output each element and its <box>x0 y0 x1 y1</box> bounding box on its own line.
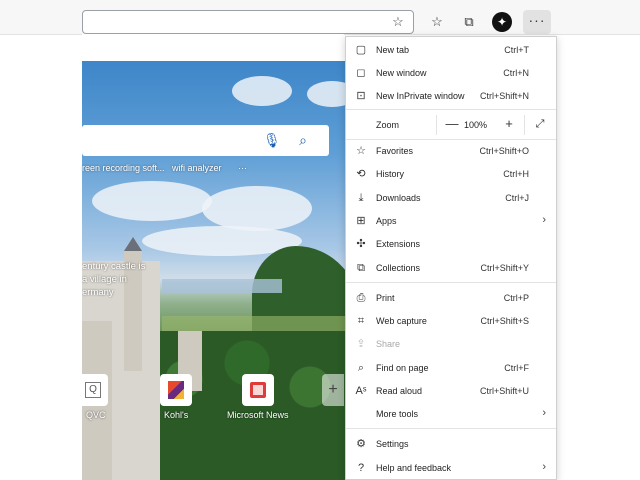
help-icon: ? <box>357 462 365 474</box>
menu-web-capture[interactable]: ⌗ Web capture Ctrl+Shift+S <box>346 310 556 332</box>
tile-kohls[interactable] <box>160 374 192 406</box>
divider <box>436 115 437 135</box>
chevron-right-icon: › <box>542 461 546 473</box>
zoom-out-button[interactable]: — <box>444 116 460 132</box>
chevron-right-icon: › <box>542 407 546 419</box>
menu-find-on-page[interactable]: ⌕ Find on page Ctrl+F <box>346 357 556 379</box>
extensions-icon: ✣ <box>356 238 366 250</box>
zoom-in-button[interactable]: + <box>501 116 517 132</box>
history-icon: ⟲ <box>356 168 366 180</box>
page-strip <box>82 34 344 62</box>
gear-icon: ⚙ <box>356 438 366 450</box>
caption-line: a village in <box>82 274 127 285</box>
caption-line: ermany <box>82 287 114 298</box>
favorites-star-icon: ☆ <box>356 145 366 157</box>
profile-icon[interactable]: ✦ <box>492 12 512 32</box>
recent-more-icon[interactable]: ··· <box>238 163 247 173</box>
menu-favorites[interactable]: ☆ Favorites Ctrl+Shift+O <box>346 140 556 162</box>
collections-icon: ⧉ <box>357 262 365 274</box>
settings-menu: ▢ New tab Ctrl+T ◻ New window Ctrl+N ⊡ N… <box>345 36 557 480</box>
new-window-icon: ◻ <box>356 67 366 79</box>
zoom-label: Zoom <box>376 120 400 130</box>
address-bar[interactable]: ☆ <box>82 10 414 34</box>
apps-icon: ⊞ <box>356 215 366 227</box>
menu-share: ⇪ Share <box>346 333 556 355</box>
tile-label: QVC <box>86 410 106 420</box>
download-icon: ⤓ <box>358 192 364 204</box>
more-icon[interactable]: ··· <box>523 10 551 34</box>
menu-downloads[interactable]: ⤓ Downloads Ctrl+J <box>346 187 556 209</box>
menu-apps[interactable]: ⊞ Apps › <box>346 210 556 232</box>
inprivate-icon: ⊡ <box>356 90 366 102</box>
kohls-icon <box>168 381 184 399</box>
tile-label: Microsoft News <box>227 410 289 420</box>
zoom-row: Zoom — 100% + ⤢ <box>346 109 556 139</box>
menu-extensions[interactable]: ✣ Extensions <box>346 233 556 255</box>
menu-history[interactable]: ⟲ History Ctrl+H <box>346 163 556 185</box>
lake <box>162 279 282 293</box>
new-tab-icon: ▢ <box>355 44 367 56</box>
menu-new-tab[interactable]: ▢ New tab Ctrl+T <box>346 39 556 61</box>
microsoft-news-icon <box>250 382 266 398</box>
find-icon: ⌕ <box>357 362 365 374</box>
microphone-icon[interactable]: 🎙 <box>263 132 281 148</box>
favorites-icon[interactable]: ☆ <box>426 11 448 33</box>
menu-settings[interactable]: ⚙ Settings <box>346 433 556 455</box>
print-icon: ⎙ <box>356 292 366 304</box>
qvc-icon: Q <box>85 382 101 398</box>
web-capture-icon: ⌗ <box>357 315 365 327</box>
zoom-value: 100% <box>464 120 488 130</box>
menu-new-inprivate-window[interactable]: ⊡ New InPrivate window Ctrl+Shift+N <box>346 85 556 107</box>
share-icon: ⇪ <box>356 338 366 350</box>
menu-help-and-feedback[interactable]: ? Help and feedback › <box>346 457 556 479</box>
divider <box>346 282 556 283</box>
menu-more-tools[interactable]: More tools › <box>346 403 556 425</box>
divider <box>346 428 556 429</box>
menu-new-window[interactable]: ◻ New window Ctrl+N <box>346 62 556 84</box>
menu-collections[interactable]: ⧉ Collections Ctrl+Shift+Y <box>346 257 556 279</box>
image-caption[interactable]: entury castle is a village in ermany <box>82 260 162 299</box>
menu-read-aloud[interactable]: Aˢ Read aloud Ctrl+Shift+U <box>346 380 556 402</box>
read-aloud-icon: Aˢ <box>355 385 367 397</box>
menu-print[interactable]: ⎙ Print Ctrl+P <box>346 287 556 309</box>
add-tile-icon[interactable]: + <box>322 374 344 406</box>
search-icon[interactable]: ⌕ <box>295 132 311 148</box>
chevron-right-icon: › <box>542 214 546 226</box>
collections-icon[interactable]: ⧉ <box>458 11 480 33</box>
tile-qvc[interactable]: Q <box>82 374 108 406</box>
tile-microsoft-news[interactable] <box>242 374 274 406</box>
star-add-icon[interactable]: ☆ <box>391 15 405 29</box>
recent-search-1[interactable]: reen recording soft... <box>82 163 165 173</box>
recent-search-2[interactable]: wifi analyzer <box>172 163 222 173</box>
caption-line: entury castle is <box>82 261 146 272</box>
divider <box>524 115 525 135</box>
search-box[interactable]: 🎙 ⌕ <box>82 125 329 156</box>
browser-toolbar: ☆ ☆ ⧉ ✦ ··· <box>0 0 640 35</box>
tile-label: Kohl's <box>164 410 189 420</box>
fullscreen-icon[interactable]: ⤢ <box>532 116 548 132</box>
